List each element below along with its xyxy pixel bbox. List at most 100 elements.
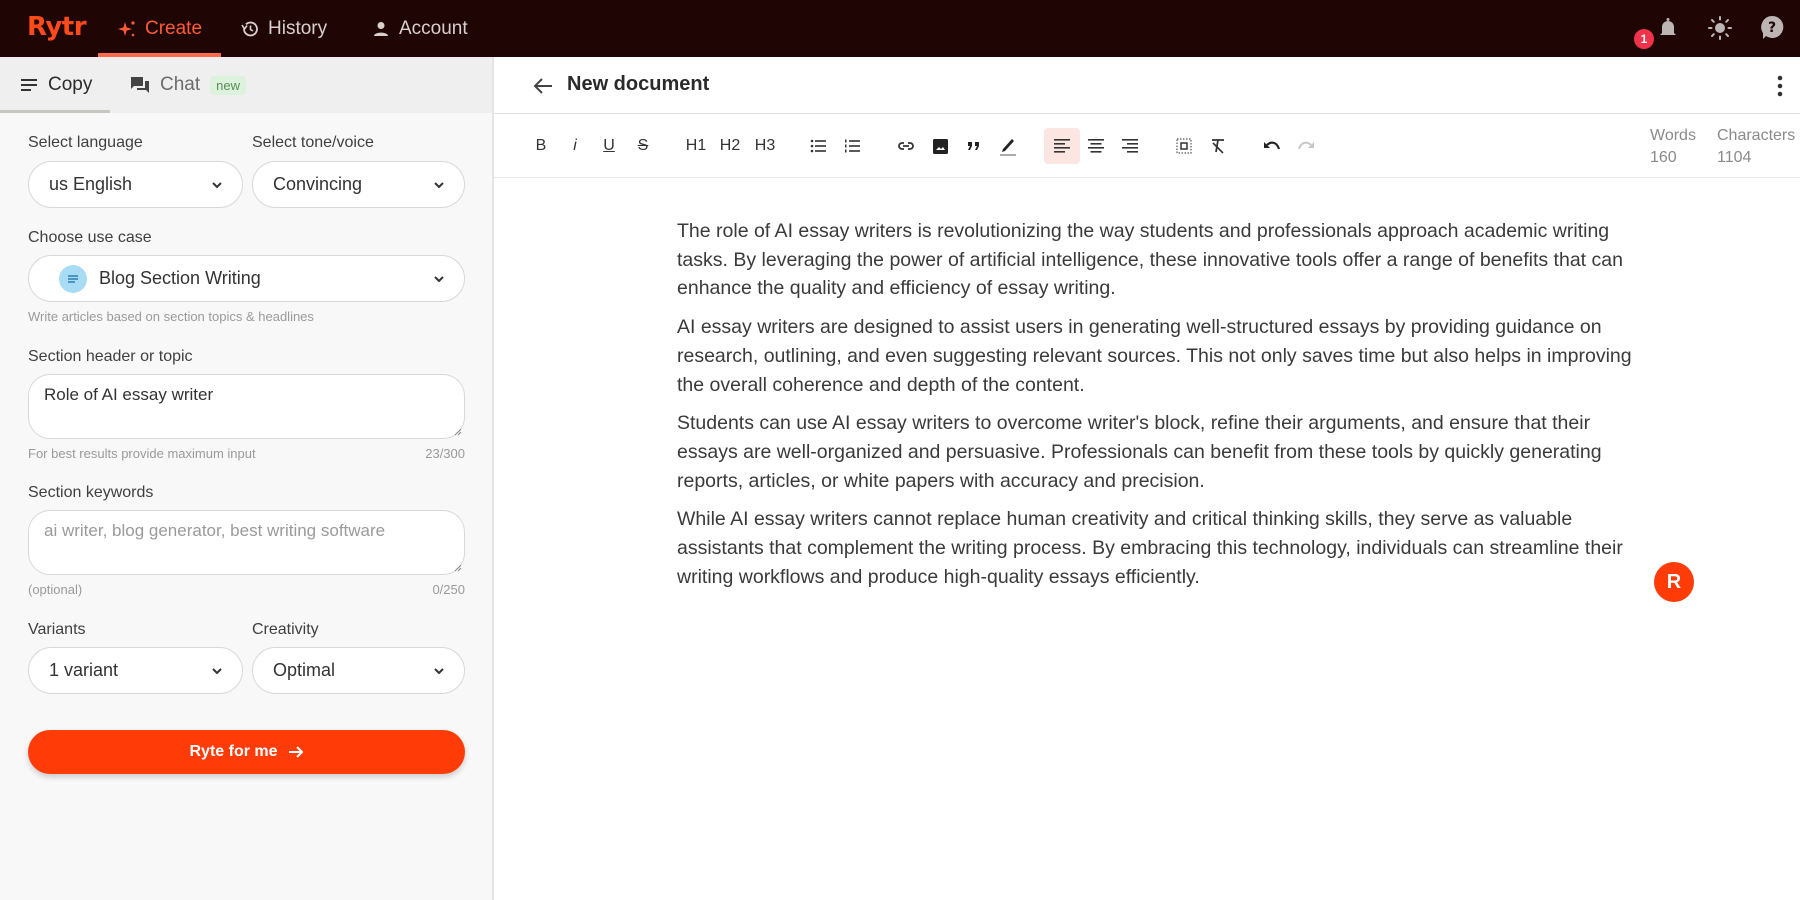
paragraph[interactable]: AI essay writers are designed to assist …	[677, 313, 1637, 399]
bullet-list-button[interactable]	[804, 132, 832, 160]
clear-format-icon	[1212, 139, 1224, 154]
image-button[interactable]	[926, 132, 954, 160]
nav-history[interactable]: History	[240, 0, 327, 57]
lines-icon	[21, 79, 37, 91]
tab-chat-label: Chat	[160, 74, 201, 95]
underline-icon: U	[603, 137, 615, 154]
resize-handle-icon[interactable]	[452, 562, 462, 572]
more-options-icon[interactable]	[1768, 71, 1792, 101]
rytr-assistant-button[interactable]: R	[1654, 562, 1694, 602]
document-icon	[59, 264, 87, 293]
document-header: New document	[494, 57, 1800, 114]
keywords-input[interactable]: ai writer, blog generator, best writing …	[28, 510, 465, 575]
language-value: us English	[49, 174, 133, 194]
bullet-list-icon	[810, 139, 826, 153]
creativity-select[interactable]: Optimal	[252, 647, 465, 694]
link-button[interactable]	[892, 132, 920, 160]
help-button[interactable]: ?	[1758, 14, 1786, 42]
variants-select[interactable]: 1 variant	[28, 647, 243, 694]
redo-button[interactable]	[1292, 132, 1320, 160]
sun-icon	[1708, 16, 1732, 40]
section-header-label: Section header or topic	[28, 348, 193, 365]
underline-button[interactable]: U	[595, 132, 623, 160]
italic-button[interactable]: i	[561, 132, 589, 160]
highlight-button[interactable]	[994, 132, 1022, 160]
character-count: Characters 1104	[1717, 125, 1795, 169]
nav-create[interactable]: Create	[98, 0, 221, 57]
theme-toggle-button[interactable]	[1706, 14, 1734, 42]
section-header-count: 23/300	[425, 446, 465, 461]
nav-account[interactable]: Account	[371, 0, 468, 57]
tab-chat[interactable]: Chat new	[130, 57, 246, 113]
use-case-hint: Write articles based on section topics &…	[28, 309, 314, 324]
align-left-icon	[1054, 139, 1070, 153]
tab-copy[interactable]: Copy	[20, 57, 92, 113]
word-count: Words 160	[1650, 125, 1696, 169]
image-icon	[932, 138, 948, 154]
undo-icon	[1264, 141, 1281, 150]
select-all-icon	[1176, 138, 1192, 154]
keywords-hint: (optional)	[28, 582, 83, 597]
numbered-list-button[interactable]	[838, 132, 866, 160]
h2-icon: H2	[719, 137, 741, 154]
document-editor: New document B i U S H1 H2 H3 Words 160 …	[494, 57, 1800, 900]
variants-label: Variants	[28, 621, 86, 638]
ryte-for-me-button[interactable]: Ryte for me	[28, 730, 465, 774]
tone-label: Select tone/voice	[252, 134, 374, 151]
language-select[interactable]: us English	[28, 161, 243, 208]
italic-icon: i	[573, 137, 577, 154]
creativity-value: Optimal	[273, 660, 336, 680]
chevron-down-icon	[212, 668, 222, 675]
tone-select[interactable]: Convincing	[252, 161, 465, 208]
align-left-button[interactable]	[1044, 128, 1080, 164]
h1-button[interactable]: H1	[682, 132, 710, 160]
redo-icon	[1298, 141, 1314, 150]
notification-badge: 1	[1634, 29, 1654, 49]
align-center-icon	[1088, 139, 1104, 153]
ryte-for-me-label: Ryte for me	[189, 743, 278, 760]
paragraph[interactable]: The role of AI essay writers is revoluti…	[677, 217, 1637, 303]
notifications-button[interactable]	[1654, 14, 1682, 42]
nav-create-label: Create	[144, 17, 203, 39]
h1-icon: H1	[685, 137, 707, 154]
words-label: Words	[1650, 127, 1696, 144]
use-case-value: Blog Section Writing	[99, 268, 261, 288]
formatting-toolbar: B i U S H1 H2 H3	[494, 114, 1800, 178]
quote-button[interactable]	[960, 132, 988, 160]
align-center-button[interactable]	[1082, 132, 1110, 160]
strikethrough-button[interactable]: S	[629, 132, 657, 160]
chevron-down-icon	[434, 276, 444, 283]
new-badge: new	[210, 75, 246, 95]
quote-icon	[968, 142, 979, 150]
variants-value: 1 variant	[49, 660, 119, 680]
resize-handle-icon[interactable]	[452, 426, 462, 436]
select-all-button[interactable]	[1170, 132, 1198, 160]
h3-button[interactable]: H3	[751, 132, 779, 160]
paragraph[interactable]: While AI essay writers cannot replace hu…	[677, 505, 1637, 591]
keywords-count: 0/250	[432, 582, 465, 597]
pen-icon	[1000, 139, 1016, 156]
characters-label: Characters	[1717, 127, 1796, 144]
paragraph[interactable]: Students can use AI essay writers to ove…	[677, 409, 1637, 495]
align-right-button[interactable]	[1116, 132, 1144, 160]
sidebar: Copy Chat new Select language Select ton…	[0, 57, 494, 900]
section-header-input[interactable]: Role of AI essay writer	[28, 374, 465, 439]
use-case-select[interactable]: Blog Section Writing	[28, 255, 465, 302]
back-arrow-icon[interactable]	[530, 73, 556, 99]
document-content[interactable]: The role of AI essay writers is revoluti…	[677, 217, 1637, 601]
chevron-down-icon	[434, 668, 444, 675]
history-icon	[241, 21, 258, 36]
document-title[interactable]: New document	[567, 73, 709, 96]
strikethrough-icon: S	[637, 137, 649, 154]
bold-button[interactable]: B	[527, 132, 555, 160]
creativity-label: Creativity	[252, 621, 319, 638]
sidebar-tabs: Copy Chat new	[0, 57, 492, 113]
rytr-logo[interactable]: Rytr	[27, 12, 87, 42]
chat-icon	[131, 77, 149, 93]
h2-button[interactable]: H2	[716, 132, 744, 160]
sparkle-icon	[117, 20, 135, 36]
words-value: 160	[1650, 149, 1677, 166]
undo-button[interactable]	[1258, 132, 1286, 160]
clear-format-button[interactable]	[1204, 132, 1232, 160]
bell-icon	[1660, 18, 1676, 35]
